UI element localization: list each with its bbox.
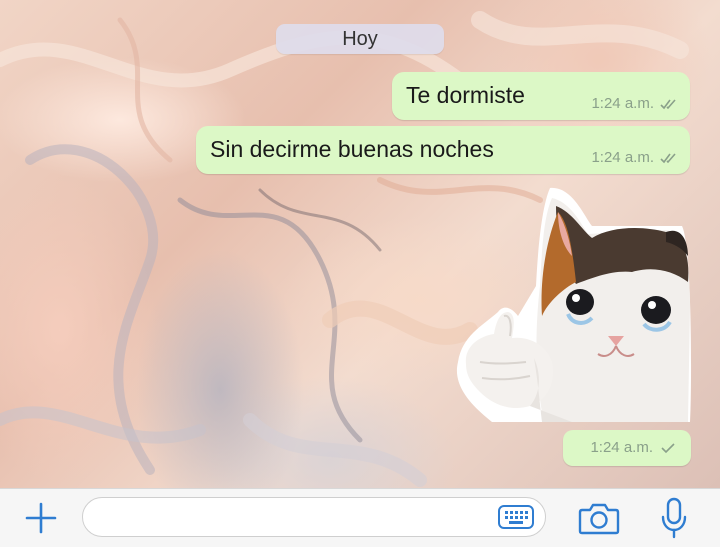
date-divider: Hoy [276,24,444,54]
microphone-icon[interactable] [660,497,688,539]
message-meta: 1:24 a.m. [590,439,677,456]
crying-cat-sticker[interactable] [452,186,692,422]
double-check-icon [660,98,676,109]
message-time: 1:24 a.m. [591,95,654,112]
camera-icon[interactable] [578,501,620,535]
message-text: Te dormiste [406,82,525,108]
double-check-icon [660,152,676,163]
sticker-meta[interactable]: 1:24 a.m. [563,430,691,466]
plus-icon[interactable] [24,501,58,535]
input-bar [0,488,720,547]
message-meta: 1:24 a.m. [591,149,678,166]
single-check-icon [661,442,675,453]
message-bubble[interactable]: Sin decirme buenas noches 1:24 a.m. [196,126,690,174]
message-input-field[interactable] [82,497,546,537]
message-bubble[interactable]: Te dormiste 1:24 a.m. [392,72,690,120]
message-time: 1:24 a.m. [590,439,653,456]
message-meta: 1:24 a.m. [591,95,678,112]
cat-head [536,198,690,422]
message-text: Sin decirme buenas noches [210,136,494,162]
message-input[interactable] [99,498,503,536]
message-time: 1:24 a.m. [591,149,654,166]
keyboard-icon[interactable] [498,505,534,529]
